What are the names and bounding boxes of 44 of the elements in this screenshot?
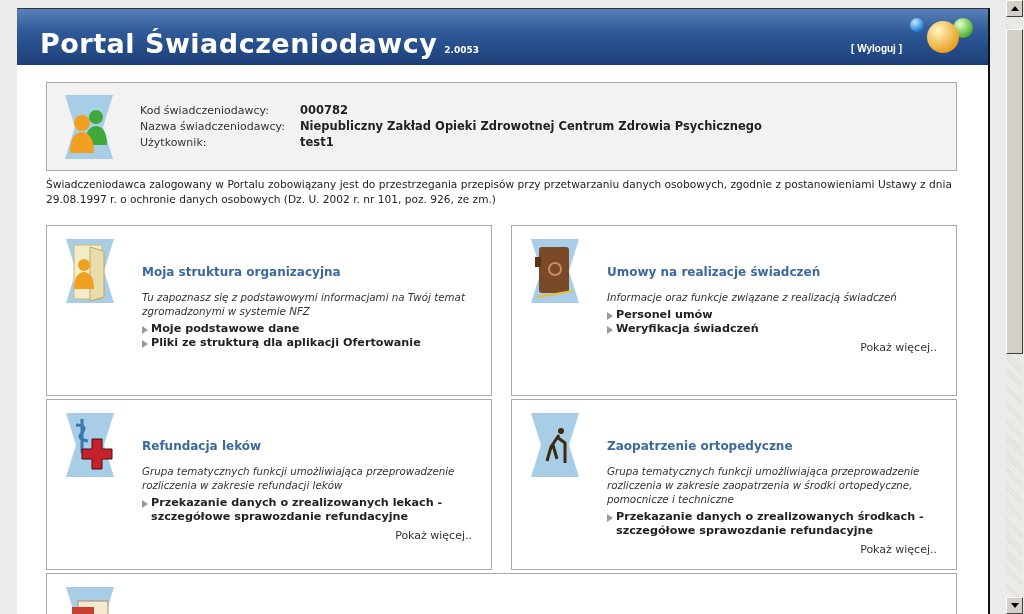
scroll-up-button[interactable] [1006, 0, 1023, 17]
triangle-bullet-icon [142, 340, 148, 348]
walking-cane-icon [531, 413, 579, 477]
up-arrow-icon [1010, 6, 1019, 11]
triangle-bullet-icon [607, 312, 613, 320]
section-title-link[interactable]: Moja struktura organizacyjna [142, 265, 341, 279]
data-protection-notice: Świadczeniodawca zalogowany w Portalu zobowiązany jest do przestrzegania przepisów przy przetwarzaniu danych osobowych, zgodnie z postanowieniami Ustawy z dnia 29.08.1997 r. o ochronie danych osobowych (Dz. U. 2002 r. nr 101, poz. 926, ze zm.) [46, 177, 953, 207]
logout-link[interactable]: [ Wyloguj ] [851, 43, 902, 54]
section-description: Grupa tematycznych funkcji umożliwiająca przeprowadzenie rozliczenia w zakresie zaopatrzenia w środki ortopedyczne, pomocnicze i techniczne [607, 464, 921, 506]
section-link[interactable]: Przekazanie danych o zrealizowanych środkach - szczegółowe sprawozdanie refundacyjne [616, 510, 937, 538]
field-value: Niepubliczny Zakład Opieki Zdrowotnej Centrum Zdrowia Psychicznego [300, 119, 762, 134]
caduceus-cross-icon [66, 413, 114, 477]
show-more-link[interactable]: Pokaż więcej.. [860, 341, 937, 354]
vertical-scrollbar[interactable] [1006, 0, 1023, 614]
show-more-link[interactable]: Pokaż więcej.. [860, 543, 937, 556]
section-link[interactable]: Moje podstawowe dane [151, 322, 300, 336]
portal-title: Portal Świadczeniodawcy [40, 29, 438, 59]
field-value: 000782 [300, 103, 349, 118]
field-label: Kod świadczeniodawcy: [140, 103, 270, 118]
triangle-bullet-icon [142, 326, 148, 334]
book-icon [531, 239, 579, 303]
section-link[interactable]: Pliki ze strukturą dla aplikacji Ofertowanie [151, 336, 421, 350]
users-icon [65, 94, 113, 159]
section-link[interactable]: Przekazanie danych o zrealizowanych lekach - szczegółowe sprawozdanie refundacyjne [151, 496, 472, 524]
field-label: Nazwa świadczeniodawcy: [140, 119, 286, 134]
folder-person-icon [66, 239, 114, 303]
show-more-link[interactable]: Pokaż więcej.. [395, 529, 472, 542]
section-title-link[interactable]: Zaopatrzenie ortopedyczne [607, 439, 793, 453]
triangle-bullet-icon [607, 326, 613, 334]
section-title-link[interactable]: Refundacja leków [142, 439, 262, 453]
triangle-bullet-icon [142, 500, 148, 508]
version-label: 2.0053 [444, 45, 479, 55]
down-arrow-icon [1010, 603, 1019, 608]
field-label: Użytkownik: [140, 135, 208, 150]
section-link[interactable]: Weryfikacja świadczeń [616, 322, 759, 336]
section-link[interactable]: Personel umów [616, 308, 713, 322]
scrollbar-thumb[interactable] [1006, 29, 1023, 354]
field-value: test1 [300, 135, 335, 150]
section-title-link[interactable]: Umowy na realizacje świadczeń [607, 265, 821, 279]
section-description: Tu zapoznasz się z podstawowymi informacjami na Twój temat zgromadzonymi w systemie NFZ [142, 290, 467, 318]
section-description: Informacje oraz funkcje związane z realizacją świadczeń [607, 290, 897, 304]
section-description: Grupa tematycznych funkcji umożliwiająca przeprowadzenie rozliczenia w zakresie refundacji leków [142, 464, 456, 492]
triangle-bullet-icon [607, 514, 613, 522]
scroll-down-button[interactable] [1006, 597, 1023, 614]
